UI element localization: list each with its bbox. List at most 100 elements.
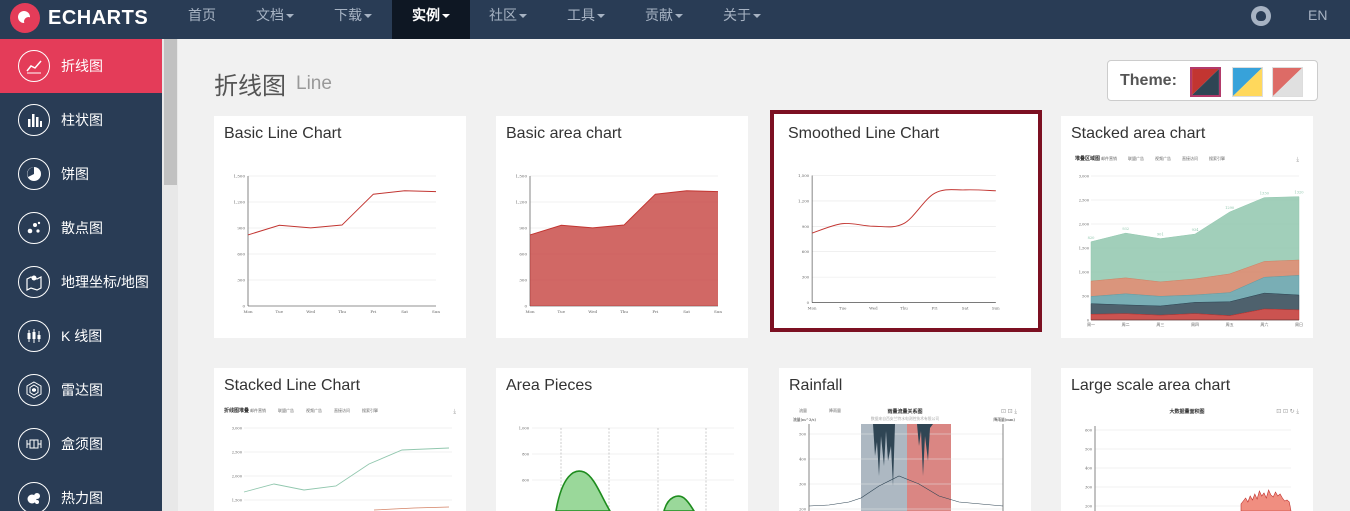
y-tick-label: 600 (802, 249, 810, 254)
candlestick-icon (18, 320, 50, 352)
theme-swatch-dark[interactable] (1272, 67, 1303, 97)
y-tick-label: 400 (799, 458, 807, 462)
sidebar-item-scatter[interactable]: 散点图 (0, 201, 162, 255)
theme-label: Theme: (1120, 72, 1177, 89)
nav-item-examples[interactable]: 实例 (392, 0, 470, 39)
github-icon[interactable] (1251, 6, 1271, 26)
toolbox-icons: ⊡ ⊡ ↻ ⤓ (1276, 408, 1299, 415)
y-tick-label: 1,200 (798, 198, 810, 203)
nav-item-contribute[interactable]: 贡献 (632, 0, 696, 39)
chart-subtitle: 数据来自西安兰特水电测控技术有限公司 (871, 416, 940, 421)
x-tick-label: 周四 (1191, 321, 1199, 327)
page-title: 折线图 (214, 73, 286, 100)
x-tick-label: Thu (338, 309, 346, 314)
toolbox-icons: ⊡ ⊡ ⤓ (1001, 408, 1017, 415)
sidebar-item-line[interactable]: 折线图 (0, 39, 162, 93)
sidebar-item-boxplot[interactable]: 盒须图 (0, 417, 162, 471)
example-card-basic-area[interactable]: Basic area chart 1,500 1,200 900 600 300 0 Mon… (496, 116, 748, 338)
y-axis-label: 流量(m^3/s) (793, 417, 817, 422)
y-tick-label: 200 (799, 508, 807, 511)
theme-swatch-light[interactable] (1232, 67, 1263, 97)
heatmap-icon (18, 482, 50, 511)
sidebar-item-pie[interactable]: 饼图 (0, 147, 162, 201)
y-tick-label: 500 (1082, 295, 1090, 299)
caret-down-icon (442, 14, 450, 19)
x-tick-label: Mon (525, 309, 535, 314)
chart-title: 雨量流量关系图 (887, 408, 922, 415)
nav-item-community[interactable]: 社区 (476, 0, 540, 39)
y-tick-label: 1,500 (232, 499, 243, 503)
x-tick-label: Tue (839, 305, 847, 310)
x-tick-label: Thu (900, 305, 908, 310)
chart-title: 大数据量面积图 (1169, 408, 1204, 415)
chart-title: 折线图堆叠 (224, 407, 249, 414)
legend-item: 邮件营销 (250, 407, 266, 413)
sidebar-scroll-thumb[interactable] (164, 39, 177, 185)
example-card-rainfall[interactable]: Rainfall 流量 降雨量 雨量流量关系图 数据来自西安兰特水电测控技术有限公司 ⊡… (779, 368, 1031, 511)
y-tick-label: 1,500 (516, 174, 528, 179)
y-tick-label: 200 (1085, 505, 1093, 509)
sidebar-item-radar[interactable]: 雷达图 (0, 363, 162, 417)
chart-thumbnail: 1,5001,2009006003000Mon Tue Wed Thu Fri Sat Su… (788, 154, 1017, 326)
example-card-large-scale-area[interactable]: Large scale area chart 大数据量面积图 ⊡ ⊡ ↻ ⤓ 600… (1061, 368, 1313, 511)
map-icon (18, 266, 50, 298)
legend-item: 降雨量 (829, 407, 841, 413)
card-title: Basic Line Chart (224, 125, 342, 142)
sidebar-item-label: 盒须图 (61, 436, 103, 452)
data-label: 932 (1122, 227, 1129, 231)
y-tick-label: 900 (237, 226, 245, 231)
theme-swatch-default[interactable] (1190, 67, 1221, 97)
card-title: Smoothed Line Chart (788, 125, 940, 142)
y-tick-label: 300 (237, 278, 245, 283)
scatter-chart-icon (18, 212, 50, 244)
sidebar-item-map[interactable]: 地理坐标/地图 (0, 255, 162, 309)
x-tick-label: Fri (932, 305, 939, 310)
nav-item-tools[interactable]: 工具 (554, 0, 618, 39)
y-tick-label: 600 (522, 479, 530, 483)
sidebar-item-heatmap[interactable]: 热力图 (0, 471, 162, 511)
x-tick-label: Wed (306, 309, 315, 314)
chart-thumbnail: 1,5001,2009006003000Mon Tue Wed Thu Fri Sat Su… (506, 154, 739, 330)
language-switch[interactable]: EN (1308, 0, 1327, 30)
y-tick-label: 600 (1085, 429, 1093, 433)
nav-item-home[interactable]: 首页 (175, 0, 229, 39)
sidebar-item-candlestick[interactable]: K 线图 (0, 309, 162, 363)
y-tick-label: 1,200 (234, 200, 246, 205)
legend-item: 搜索引擎 (362, 407, 378, 413)
example-card-stacked-line[interactable]: Stacked Line Chart 折线图堆叠 邮件营销 联盟广告 视频广告 直接访问… (214, 368, 466, 511)
sidebar-item-label: 柱状图 (61, 112, 103, 128)
y-tick-label: 2,500 (1079, 199, 1090, 203)
chart-thumbnail: 1,000 800 600 (506, 406, 739, 511)
x-tick-label: Sat (683, 309, 690, 314)
y-tick-label: 3,000 (232, 427, 243, 431)
download-icon: ⤓ (453, 408, 456, 415)
x-tick-label: 周三 (1156, 321, 1164, 327)
nav-item-about[interactable]: 关于 (710, 0, 774, 39)
echarts-logo[interactable]: ECHARTS (10, 3, 148, 33)
x-tick-label: 周六 (1260, 321, 1268, 327)
legend-item: 联盟广告 (278, 407, 294, 413)
caret-down-icon (597, 14, 605, 19)
y-axis-label-right: 降雨量(mm) (993, 417, 1015, 422)
y-tick-label: 300 (1085, 486, 1093, 490)
y-tick-label: 3,000 (1079, 175, 1090, 179)
y-tick-label: 300 (519, 278, 527, 283)
x-tick-label: Tue (276, 309, 284, 314)
chart-thumbnail: 大数据量面积图 ⊡ ⊡ ↻ ⤓ 600 500 400 300 200 (1071, 406, 1304, 511)
example-card-basic-line[interactable]: Basic Line Chart 1,500 1,200 900 600 300 0 Mon… (214, 116, 466, 338)
example-card-area-pieces[interactable]: Area Pieces 1,000 800 600 (496, 368, 748, 511)
example-card-smoothed-line[interactable]: Smoothed Line Chart 1,500 1,200 900 600 300 0… (770, 110, 1042, 332)
x-tick-label: Mon (243, 309, 253, 314)
y-tick-label: 300 (802, 275, 810, 280)
x-tick-label: Wed (588, 309, 597, 314)
sidebar-item-label: 热力图 (61, 490, 103, 506)
nav-item-docs[interactable]: 文档 (243, 0, 307, 39)
chart-thumbnail: 堆叠区域图 邮件营销 联盟广告 视频广告 直接访问 搜索引擎 ⤓ 3,000 2,500 2,00… (1071, 154, 1304, 330)
card-title: Stacked Line Chart (224, 377, 361, 394)
y-tick-label: 1,500 (798, 173, 810, 178)
boxplot-icon (18, 428, 50, 460)
example-card-stacked-area[interactable]: Stacked area chart 堆叠区域图 邮件营销 联盟广告 视频广告 直接访问… (1061, 116, 1313, 338)
sidebar-item-bar[interactable]: 柱状图 (0, 93, 162, 147)
nav-item-download[interactable]: 下载 (321, 0, 385, 39)
y-tick-label: 1,200 (516, 200, 528, 205)
